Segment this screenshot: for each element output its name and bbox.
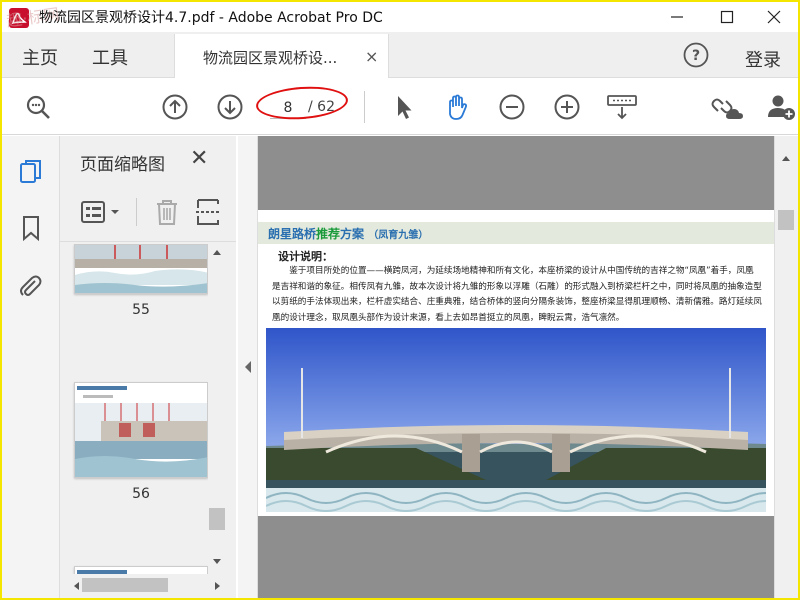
home-menu[interactable]: 主页 [22,44,58,70]
share-link-icon[interactable] [710,93,744,121]
bridge-rendering-image [266,328,766,512]
page-display-icon[interactable] [606,93,638,121]
document-tab-close-button[interactable]: × [365,47,378,66]
close-window-button[interactable] [754,4,794,28]
page-thumbnail-56[interactable] [74,382,208,478]
toolbar: 8 / 62 [2,79,798,135]
zoom-in-icon[interactable] [553,93,581,121]
heading-subtitle: （凤育九雏） [368,230,429,241]
thumbnails-toolbar-divider [136,198,137,226]
red-annotation-ellipse [254,83,350,123]
thumbnails-panel: 页面缩略图 ✕ 55 56 [60,136,236,598]
scroll-right-icon[interactable] [214,581,222,591]
zoom-search-icon[interactable] [24,93,52,121]
next-page-icon[interactable] [216,93,244,121]
add-user-icon[interactable] [766,93,796,121]
tools-menu[interactable]: 工具 [92,44,128,70]
thumbnail-55-image [75,245,207,293]
design-notes-label: 设计说明： [278,250,333,263]
panel-collapse-handle[interactable] [238,136,258,598]
page-heading: 朗星路桥推荐方案 （凤育九雏） [268,225,428,242]
menu-bar: 主页 工具 物流园区景观桥设... × ? 登录 [2,32,798,78]
thumbnails-panel-title: 页面缩略图 [80,155,165,175]
scroll-down-icon[interactable] [212,558,222,566]
document-tab-label: 物流园区景观桥设... [203,49,338,67]
document-scroll-thumb[interactable] [778,210,794,230]
heading-part1: 朗星路桥 [268,227,317,241]
thumbnails-scroll-thumb[interactable] [209,508,225,530]
maximize-icon [720,10,734,24]
previous-page-icon[interactable] [161,93,189,121]
thumbnails-hscroll-thumb[interactable] [82,578,168,592]
collapse-arrow-icon[interactable] [243,360,253,374]
page-thumbnail-55[interactable] [74,244,208,294]
app-window: 趣·标网 物流园区景观桥设计4.7.pdf - Adobe Acrobat Pr… [0,0,800,600]
help-icon[interactable]: ? [683,42,709,68]
thumbnail-56-image [75,383,207,477]
thumbnails-vertical-scrollbar[interactable] [208,244,226,574]
thumbnail-label-56: 56 [132,486,150,502]
thumbnails-toolbar [60,186,236,242]
extract-pages-icon[interactable] [196,198,220,226]
page-thumbnail-57[interactable] [74,566,208,574]
maximize-button[interactable] [707,4,747,28]
thumbnail-options-icon[interactable] [80,200,124,224]
heading-part2: 方案 [340,227,365,241]
pdf-page: 朗星路桥推荐方案 （凤育九雏） 设计说明： 鉴于项目所处的位置——横跨凤河，为延… [258,210,774,516]
minimize-button[interactable] [657,4,697,28]
zoom-out-icon[interactable] [498,93,526,121]
window-title: 物流园区景观桥设计4.7.pdf - Adobe Acrobat Pro DC [39,10,383,26]
close-icon [767,10,781,24]
scroll-left-icon[interactable] [72,581,80,591]
login-button[interactable]: 登录 [745,46,781,72]
doc-scroll-up-icon[interactable] [781,154,791,162]
document-vertical-scrollbar[interactable] [774,136,798,598]
select-cursor-icon[interactable] [390,93,418,121]
title-bar: 趣·标网 物流园区景观桥设计4.7.pdf - Adobe Acrobat Pr… [2,2,798,32]
thumbnail-list: 55 56 [60,244,210,574]
page-heading-band: 朗星路桥推荐方案 （凤育九雏） [258,222,774,244]
minimize-icon [671,16,683,18]
document-viewer[interactable]: 朗星路桥推荐方案 （凤育九雏） 设计说明： 鉴于项目所处的位置——横跨凤河，为延… [258,136,774,598]
attachments-icon[interactable] [18,272,44,300]
thumbnails-horizontal-scrollbar[interactable] [68,576,226,594]
page-thumbnails-icon[interactable] [18,158,44,186]
scroll-up-icon[interactable] [212,248,222,256]
design-notes-body: 鉴于项目所处的位置——横跨凤河，为延续场地精神和所有文化，本座桥梁的设计从中国传… [272,266,762,323]
thumbnail-57-image [75,567,207,574]
toolbar-divider [364,91,365,123]
heading-highlight: 推荐 [316,227,341,241]
thumbnail-label-55: 55 [132,302,150,318]
thumbnails-close-button[interactable]: ✕ [190,146,208,171]
hand-tool-icon[interactable] [443,93,471,121]
document-tab[interactable]: 物流园区景观桥设... × [174,34,389,78]
svg-text:?: ? [692,48,700,64]
bookmarks-icon[interactable] [18,214,44,242]
navigation-rail [2,136,60,598]
delete-page-icon[interactable] [154,198,180,226]
